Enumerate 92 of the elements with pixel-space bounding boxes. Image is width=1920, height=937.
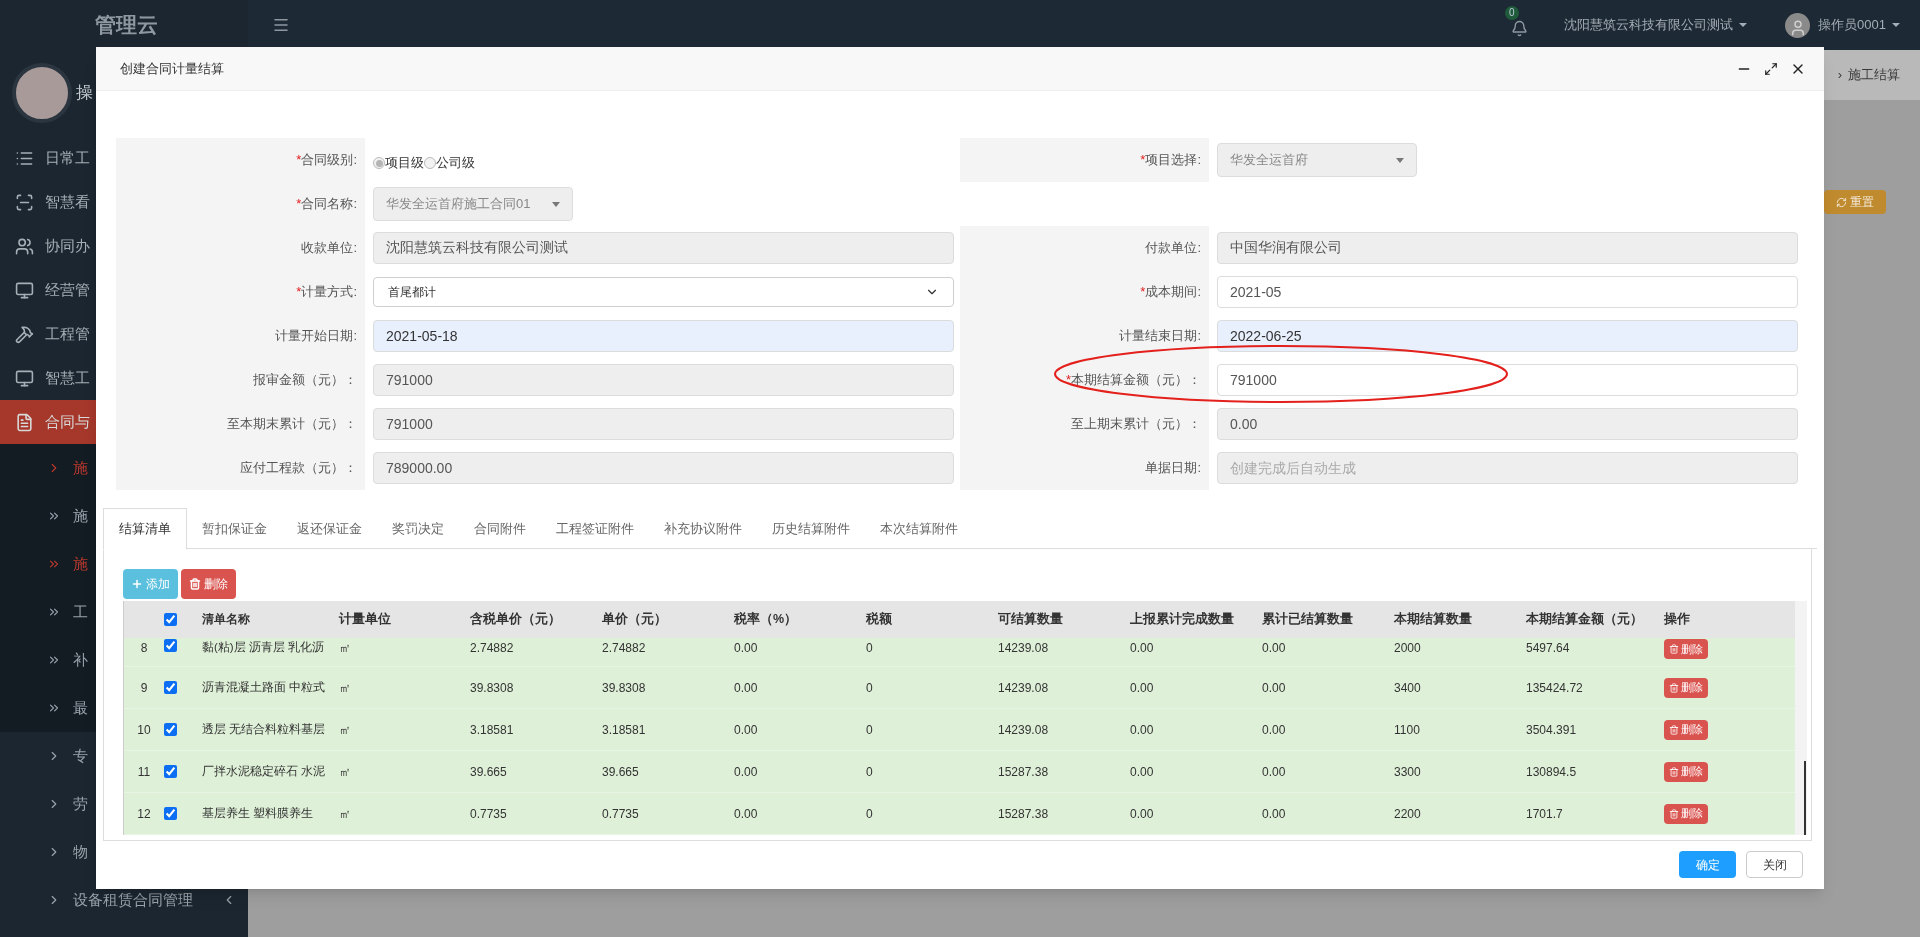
table-cell: 0.00 [1262, 764, 1286, 779]
column-header: 税额 [866, 612, 892, 627]
field-label: 付款单位: [1145, 239, 1201, 257]
field-label: *项目选择: [1140, 151, 1201, 169]
table-cell: 2200 [1394, 806, 1421, 821]
field-label: 至本期末累计（元）： [227, 415, 357, 433]
table-cell: 黏(粘)层 沥青层 乳化沥 [202, 641, 325, 653]
table-cell: 0.00 [1130, 641, 1154, 655]
row-number: 9 [140, 680, 148, 695]
field-label: *合同名称: [296, 195, 357, 213]
row-number: 8 [140, 641, 148, 655]
table-cell: 130894.5 [1526, 764, 1577, 779]
table-cell: 0.00 [1130, 764, 1154, 779]
field-label: 至上期末累计（元）： [1071, 415, 1201, 433]
column-header: 计量单位 [339, 612, 391, 627]
table-cell: 透层 无结合料粒料基层 [202, 722, 326, 735]
table-cell: 0.7735 [470, 806, 507, 821]
table-cell: 135424.72 [1526, 680, 1583, 695]
column-header: 操作 [1664, 612, 1690, 627]
table-cell: 3400 [1394, 680, 1421, 695]
column-header: 含税单价（元） [470, 612, 561, 627]
table-cell: 0 [866, 764, 873, 779]
table-cell: 0.00 [734, 722, 758, 737]
table-cell: 0.00 [1262, 680, 1286, 695]
table-cell: 0 [866, 806, 873, 821]
column-header: 上报累计完成数量 [1130, 612, 1234, 627]
table-cell: 3.18581 [602, 722, 646, 737]
table-cell: 0.00 [1130, 680, 1154, 695]
table-cell: ㎡ [339, 764, 351, 779]
field-label: *本期结算金额（元）： [1065, 371, 1201, 389]
table-cell: ㎡ [339, 806, 351, 821]
table-cell: 1701.7 [1526, 806, 1563, 821]
table-cell: 0 [866, 680, 873, 695]
field-label: 报审金额（元）： [253, 371, 357, 389]
field-label: 应付工程款（元）： [240, 459, 357, 477]
table-cell: 0.00 [734, 806, 758, 821]
field-label: 计量结束日期: [1119, 327, 1201, 345]
table-cell: 14239.08 [998, 641, 1049, 655]
table-cell: 2.74882 [602, 641, 646, 655]
table-cell: 3504.391 [1526, 722, 1577, 737]
table-cell: 39.8308 [470, 680, 514, 695]
column-header: 可结算数量 [998, 612, 1063, 627]
breadcrumb-separator: › [1837, 66, 1842, 85]
table-cell: 0.00 [1130, 722, 1154, 737]
field-label: 计量开始日期: [275, 327, 357, 345]
table-cell: 14239.08 [998, 680, 1049, 695]
table-cell: 2000 [1394, 641, 1421, 655]
table-cell: ㎡ [339, 680, 351, 695]
table-cell: ㎡ [339, 722, 351, 737]
table-cell: 沥青混凝土路面 中粒式 [202, 680, 326, 693]
table-cell: 0.00 [734, 641, 758, 655]
table-cell: 0 [866, 641, 873, 655]
table-cell: 39.8308 [602, 680, 646, 695]
field-label: *成本期间: [1140, 283, 1201, 301]
field-label: *计量方式: [296, 283, 357, 301]
table-cell: 0.00 [734, 764, 758, 779]
column-header: 清单名称 [202, 612, 250, 625]
table-cell: 2.74882 [470, 641, 514, 655]
table-cell: 0.00 [1262, 722, 1286, 737]
table-cell: 厂拌水泥稳定碎石 水泥 [202, 764, 326, 777]
row-number: 12 [137, 806, 151, 821]
field-label: 收款单位: [301, 239, 357, 257]
app-logo: 管理云 [95, 12, 158, 39]
row-number: 11 [137, 764, 151, 779]
table-cell: 5497.64 [1526, 641, 1570, 655]
field-label: *合同级别: [296, 151, 357, 169]
notification-badge: 0 [1505, 5, 1519, 20]
table-cell: 0.00 [1262, 641, 1286, 655]
table-cell: 0.00 [1262, 806, 1286, 821]
table-cell: 0.7735 [602, 806, 639, 821]
field-label: 单据日期: [1145, 459, 1201, 477]
table-cell: 15287.38 [998, 764, 1049, 779]
table-cell: 0.00 [734, 680, 758, 695]
column-header: 累计已结算数量 [1262, 612, 1353, 627]
row-number: 10 [137, 722, 151, 737]
table-cell: 1100 [1394, 722, 1420, 737]
user-name: 操 [76, 82, 93, 105]
table-cell: 15287.38 [998, 806, 1049, 821]
column-header: 本期结算数量 [1394, 612, 1472, 627]
table-cell: 0.00 [1130, 806, 1154, 821]
column-header: 单价（元） [602, 612, 667, 627]
table-cell: 基层养生 塑料膜养生 [202, 806, 314, 819]
dialog-title: 创建合同计量结算 [120, 59, 224, 78]
table-cell: 3.18581 [470, 722, 514, 737]
column-header: 本期结算金额（元） [1526, 612, 1643, 627]
table-cell: 14239.08 [998, 722, 1049, 737]
table-cell: 0 [866, 722, 873, 737]
table-cell: 39.665 [470, 764, 507, 779]
table-cell: 39.665 [602, 764, 639, 779]
table-cell: 3300 [1394, 764, 1421, 779]
table-cell: ㎡ [339, 641, 351, 655]
column-header: 税率（%） [734, 612, 798, 627]
